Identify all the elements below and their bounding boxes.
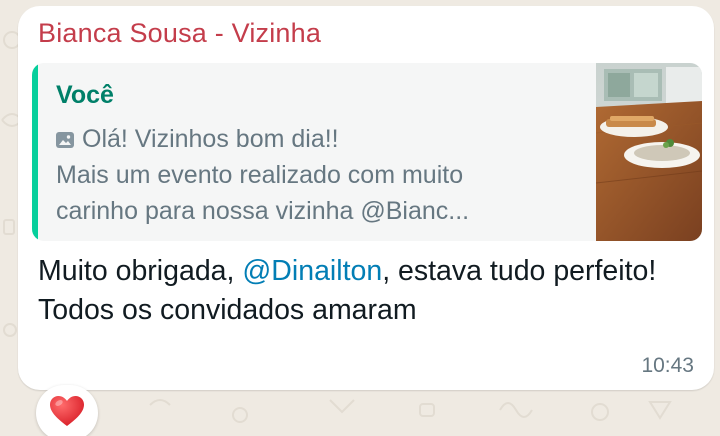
message-bubble[interactable]: Bianca Sousa - Vizinha Você Olá! Vizinho… <box>18 6 714 390</box>
quote-accent-bar <box>32 63 38 241</box>
quote-line: Mais um evento realizado com muito <box>56 161 464 189</box>
quote-line-text: Olá! Vizinhos bom dia!! <box>82 125 339 153</box>
quoted-message[interactable]: Você Olá! Vizinhos bom dia!! Mais um eve… <box>32 63 702 241</box>
message-text-start: Muito obrigada, <box>38 255 243 287</box>
quote-text: Olá! Vizinhos bom dia!! Mais um evento r… <box>56 121 586 229</box>
message-timestamp: 10:43 <box>641 354 694 377</box>
quote-thumbnail[interactable] <box>596 63 702 241</box>
reaction-badge[interactable] <box>36 385 98 436</box>
message-text: Muito obrigada, @Dinailton, estava tudo … <box>38 252 698 330</box>
heart-icon <box>50 396 84 426</box>
quote-line: carinho para nossa vizinha @Bianc... <box>56 197 470 225</box>
sender-name: Bianca Sousa - Vizinha <box>38 18 322 48</box>
mention-link[interactable]: @Dinailton <box>242 255 382 287</box>
quote-line: Olá! Vizinhos bom dia!! <box>56 121 586 157</box>
photo-icon <box>56 132 74 148</box>
quote-author: Você <box>56 81 114 109</box>
